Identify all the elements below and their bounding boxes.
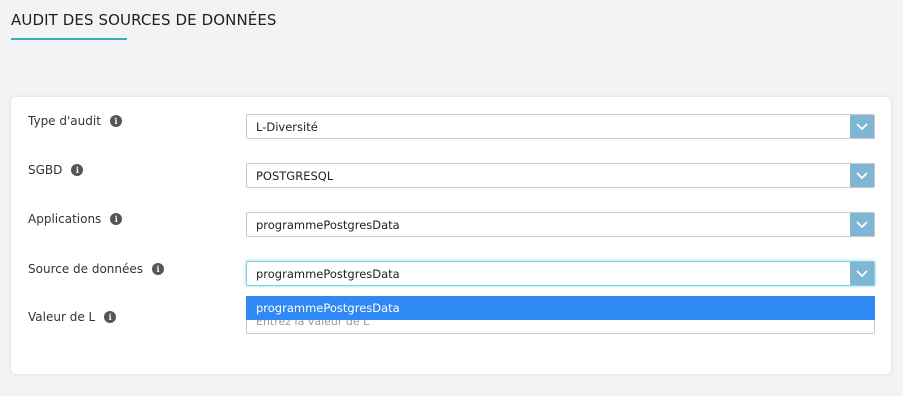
l-value-row-label: Valeur de L i (28, 310, 117, 324)
chevron-down-icon[interactable] (850, 164, 874, 187)
applications-row-label: Applications i (28, 212, 123, 226)
info-icon[interactable]: i (152, 263, 165, 275)
data-source-select[interactable]: programmePostgresData (246, 261, 875, 286)
dbms-select[interactable]: POSTGRESQL (246, 163, 875, 188)
audit-type-label: Type d'audit (28, 114, 101, 128)
info-icon[interactable]: i (104, 311, 117, 323)
audit-type-row-label: Type d'audit i (28, 114, 122, 128)
audit-type-value: L-Diversité (256, 119, 318, 134)
data-source-label: Source de données (28, 262, 144, 276)
chevron-down-icon[interactable] (850, 213, 874, 236)
dbms-label: SGBD (28, 163, 63, 177)
applications-label: Applications (28, 212, 102, 226)
chevron-down-icon[interactable] (850, 262, 874, 285)
info-icon[interactable]: i (71, 164, 84, 176)
l-value-label: Valeur de L (28, 310, 96, 324)
page-title: AUDIT DES SOURCES DE DONNÉES (11, 11, 277, 29)
data-source-value: programmePostgresData (256, 266, 400, 281)
info-icon[interactable]: i (109, 115, 122, 127)
applications-select[interactable]: programmePostgresData (246, 212, 875, 237)
title-underline (11, 38, 127, 40)
info-icon[interactable]: i (110, 213, 123, 225)
data-source-row-label: Source de données i (28, 262, 165, 276)
dropdown-option-highlighted[interactable]: programmePostgresData (246, 296, 875, 320)
audit-type-select[interactable]: L-Diversité (246, 114, 875, 139)
dbms-value: POSTGRESQL (256, 168, 334, 183)
chevron-down-icon[interactable] (850, 115, 874, 138)
applications-value: programmePostgresData (256, 217, 400, 232)
dbms-row-label: SGBD i (28, 163, 84, 177)
